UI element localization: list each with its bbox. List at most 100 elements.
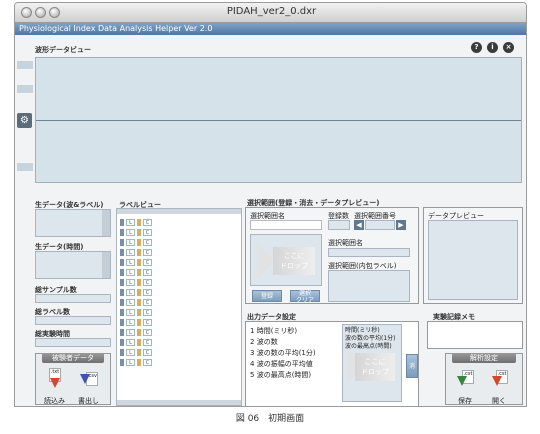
export-arrow-icon (80, 374, 90, 384)
label-c-button[interactable]: C (143, 248, 152, 256)
label-c-button[interactable]: C (143, 278, 152, 286)
label-c-button[interactable]: C (143, 238, 152, 246)
label-row[interactable]: LC (117, 347, 177, 357)
label-c-button[interactable]: C (143, 258, 152, 266)
label-row[interactable]: LC (117, 357, 177, 367)
color-swatch (137, 268, 141, 276)
help-icon[interactable]: ? (471, 42, 482, 53)
color-swatch (137, 258, 141, 266)
dropped-item[interactable]: 時間(ミリ秒) (345, 327, 401, 335)
label-row[interactable]: LC (117, 317, 177, 327)
scroll-down-button[interactable] (117, 400, 241, 405)
label-c-button[interactable]: C (143, 228, 152, 236)
label-l-button[interactable]: L (126, 238, 135, 246)
label-c-button[interactable]: C (143, 318, 152, 326)
color-swatch (120, 278, 124, 286)
figure-caption: 図 06 初期画面 (235, 414, 305, 424)
label-c-button[interactable]: C (143, 338, 152, 346)
label-row[interactable]: LC (117, 307, 177, 317)
output-drop-area[interactable]: ここに ドロップ 時間(ミリ秒) 波の数の平均(1分) 波の最高点(時間) (342, 324, 402, 402)
color-swatch (120, 338, 124, 346)
clear-selection-button[interactable]: 選択 クリア (290, 290, 320, 303)
label-row[interactable]: LC (117, 257, 177, 267)
label-row[interactable]: LC (117, 287, 177, 297)
save-button[interactable]: .cst (456, 368, 478, 394)
output-item[interactable]: 5 波の最高点(時間) (250, 370, 342, 381)
waveform-side-tab (17, 163, 33, 171)
gear-icon[interactable]: ⚙ (17, 113, 32, 128)
label-l-button[interactable]: L (126, 308, 135, 316)
label-l-button[interactable]: L (126, 298, 135, 306)
label-c-button[interactable]: C (143, 348, 152, 356)
output-item-list: 1 時間(ミリ秒) 2 波の数 3 波の数の平均(1分) 4 波の振幅の平均値 5 波の… (250, 326, 342, 381)
label-row[interactable]: LC (117, 277, 177, 287)
label-l-button[interactable]: L (126, 328, 135, 336)
label-c-button[interactable]: C (143, 358, 152, 366)
delete-output-button[interactable]: 消去 (406, 354, 418, 394)
label-c-button[interactable]: C (143, 288, 152, 296)
label-row[interactable]: LC (117, 237, 177, 247)
title-bar: PIDAH_ver2_0.dxr (15, 3, 526, 23)
scrollbar[interactable] (102, 252, 110, 278)
label-l-button[interactable]: L (126, 358, 135, 366)
window-title: PIDAH_ver2_0.dxr (226, 6, 317, 17)
output-item[interactable]: 4 波の振幅の平均値 (250, 359, 342, 370)
main-area: 波形データビュー ? i × ⚙ 生データ(波&ラベル) 生データ(時間) 総サ… (15, 35, 526, 406)
label-row[interactable]: LC (117, 217, 177, 227)
app-title-bar: Physiological Index Data Analysis Helper… (15, 23, 526, 35)
label-l-button[interactable]: L (126, 228, 135, 236)
label-l-button[interactable]: L (126, 248, 135, 256)
output-item-number: 1 (250, 327, 255, 335)
label-l-button[interactable]: L (126, 278, 135, 286)
label-l-button[interactable]: L (126, 348, 135, 356)
load-label: 読込み (44, 397, 65, 405)
label-l-button[interactable]: L (126, 268, 135, 276)
prev-range-button[interactable]: ◀ (354, 220, 364, 230)
label-row[interactable]: LC (117, 297, 177, 307)
open-button[interactable]: .cst (490, 368, 512, 394)
output-item[interactable]: 2 波の数 (250, 337, 342, 348)
label-l-button[interactable]: L (126, 258, 135, 266)
range-inner-list[interactable] (328, 270, 410, 302)
color-swatch (137, 298, 141, 306)
label-l-button[interactable]: L (126, 338, 135, 346)
preview-panel: データプレビュー (423, 207, 523, 304)
scrollbar[interactable] (102, 210, 110, 236)
dropped-item[interactable]: 波の数の平均(1分) (345, 335, 401, 343)
load-button[interactable]: .txt (46, 368, 66, 394)
info-icon[interactable]: i (487, 42, 498, 53)
range-drop-area[interactable]: ここに ドロップ (250, 234, 322, 286)
raw-time-list[interactable] (35, 251, 111, 279)
range-name-input[interactable] (250, 220, 322, 230)
label-row[interactable]: LC (117, 327, 177, 337)
output-item[interactable]: 1 時間(ミリ秒) (250, 326, 342, 337)
label-row[interactable]: LC (117, 337, 177, 347)
label-row[interactable]: LC (117, 247, 177, 257)
label-view[interactable]: LCLCLCLCLCLCLCLCLCLCLCLCLCLCLC (116, 208, 242, 406)
next-range-button[interactable]: ▶ (396, 220, 406, 230)
output-item[interactable]: 3 波の数の平均(1分) (250, 348, 342, 359)
waveform-view[interactable] (35, 57, 522, 183)
label-l-button[interactable]: L (126, 318, 135, 326)
color-swatch (120, 328, 124, 336)
label-row[interactable]: LC (117, 267, 177, 277)
memo-textarea[interactable] (427, 321, 523, 349)
label-c-button[interactable]: C (143, 218, 152, 226)
color-swatch (137, 248, 141, 256)
save-arrow-icon (457, 376, 467, 386)
color-swatch (137, 338, 141, 346)
raw-waves-list[interactable] (35, 209, 111, 237)
label-l-button[interactable]: L (126, 218, 135, 226)
label-c-button[interactable]: C (143, 268, 152, 276)
close-icon[interactable]: × (503, 42, 514, 53)
color-swatch (137, 318, 141, 326)
export-button[interactable]: .csv (80, 368, 100, 394)
label-row[interactable]: LC (117, 227, 177, 237)
label-c-button[interactable]: C (143, 298, 152, 306)
label-c-button[interactable]: C (143, 328, 152, 336)
scroll-up-button[interactable] (117, 209, 241, 214)
dropped-item[interactable]: 波の最高点(時間) (345, 343, 401, 351)
register-button[interactable]: 登録 (252, 290, 282, 302)
label-c-button[interactable]: C (143, 308, 152, 316)
label-l-button[interactable]: L (126, 288, 135, 296)
